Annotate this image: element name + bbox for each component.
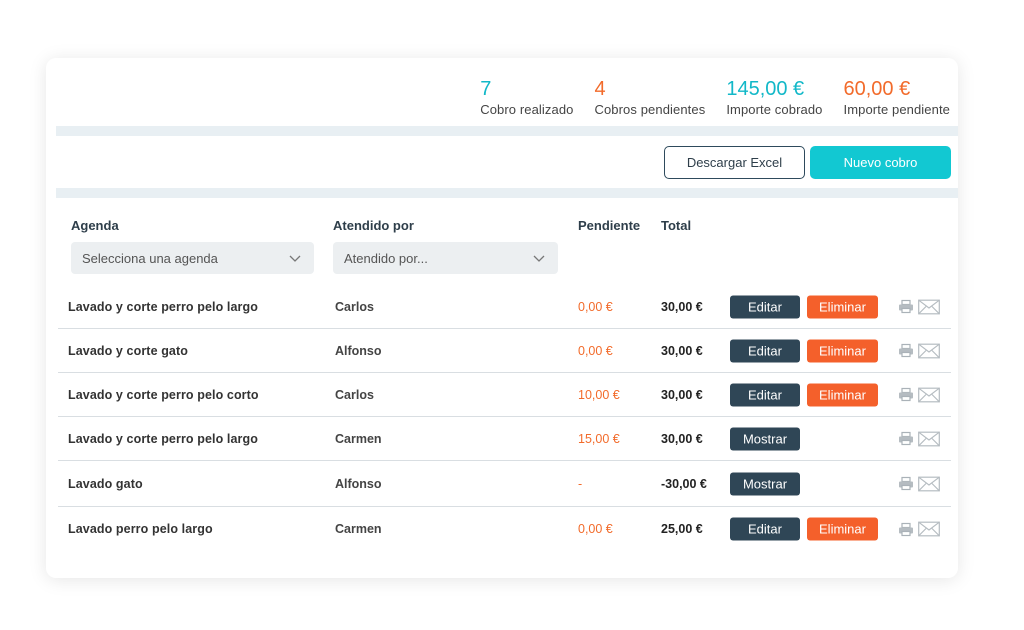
printer-icon[interactable] (898, 522, 914, 536)
download-excel-button[interactable]: Descargar Excel (664, 146, 805, 179)
show-button[interactable]: Mostrar (730, 472, 800, 495)
stat-label: Cobros pendientes (594, 102, 706, 117)
total-amount: 30,00 € (661, 299, 703, 314)
stat-label: Cobro realizado (480, 102, 574, 117)
printer-icon[interactable] (898, 343, 914, 358)
delete-button[interactable]: Eliminar (807, 339, 878, 362)
pending-amount: 0,00 € (578, 522, 613, 536)
table-row: Lavado y corte perro pelo largo Carlos 0… (58, 285, 951, 329)
table-row: Lavado y corte perro pelo corto Carlos 1… (58, 373, 951, 417)
stat-value: 145,00 € (726, 78, 805, 100)
delete-button[interactable]: Eliminar (807, 517, 878, 541)
pending-amount: 0,00 € (578, 299, 613, 314)
edit-button[interactable]: Editar (730, 517, 800, 541)
service-name: Lavado y corte perro pelo corto (68, 387, 259, 402)
table-row: Lavado perro pelo largo Carmen 0,00 € 25… (58, 507, 951, 551)
stat-value: 60,00 € (843, 78, 911, 100)
service-name: Lavado y corte perro pelo largo (68, 299, 258, 314)
service-name: Lavado y corte gato (68, 343, 188, 358)
agenda-select-value: Selecciona una agenda (82, 250, 218, 266)
printer-icon[interactable] (898, 476, 914, 491)
stat-cobros-pendientes: 4 Cobros pendientes (594, 78, 705, 117)
mail-icon[interactable] (918, 476, 940, 491)
delete-button[interactable]: Eliminar (807, 295, 878, 318)
total-amount: 30,00 € (661, 431, 703, 446)
printer-icon[interactable] (898, 299, 914, 314)
attended-by: Carlos (335, 299, 374, 314)
attended-by: Carmen (335, 522, 382, 536)
total-amount: 25,00 € (661, 522, 703, 536)
edit-button[interactable]: Editar (730, 295, 800, 318)
mail-icon[interactable] (918, 431, 940, 446)
new-payment-button[interactable]: Nuevo cobro (810, 146, 951, 179)
delete-button[interactable]: Eliminar (807, 383, 878, 406)
mail-icon[interactable] (918, 521, 940, 537)
row-icons (898, 387, 940, 402)
stat-label: Importe cobrado (726, 102, 823, 117)
service-name: Lavado y corte perro pelo largo (68, 431, 258, 446)
row-icons (898, 476, 940, 491)
attended-by: Carlos (335, 387, 374, 402)
total-amount: 30,00 € (661, 387, 703, 402)
edit-button[interactable]: Editar (730, 383, 800, 406)
chevron-down-icon (533, 255, 545, 262)
pending-amount: 0,00 € (578, 343, 613, 358)
column-header-pendiente: Pendiente (578, 218, 641, 233)
total-amount: -30,00 € (661, 476, 707, 491)
column-header-agenda: Agenda (71, 218, 119, 233)
pending-amount: 10,00 € (578, 387, 620, 402)
table-row: Lavado gato Alfonso - -30,00 € Mostrar (58, 461, 951, 507)
printer-icon[interactable] (898, 431, 914, 446)
stat-cobro-realizado: 7 Cobro realizado (480, 78, 573, 117)
stat-importe-pendiente: 60,00 € Importe pendiente (844, 78, 951, 117)
attended-by: Alfonso (335, 343, 382, 358)
edit-button[interactable]: Editar (730, 339, 800, 362)
service-name: Lavado perro pelo largo (68, 522, 213, 536)
chevron-down-icon (289, 255, 301, 262)
mail-icon[interactable] (918, 387, 940, 402)
pending-amount: - (578, 476, 583, 491)
pending-amount: 15,00 € (578, 431, 620, 446)
show-button[interactable]: Mostrar (730, 427, 800, 450)
stat-value: 7 (480, 78, 492, 100)
agenda-select[interactable]: Selecciona una agenda (71, 242, 314, 274)
printer-icon[interactable] (898, 387, 914, 402)
atendido-select[interactable]: Atendido por... (333, 242, 558, 274)
mail-icon[interactable] (918, 299, 940, 314)
table-row: Lavado y corte gato Alfonso 0,00 € 30,00… (58, 329, 951, 373)
section-divider (56, 188, 958, 198)
stat-label: Importe pendiente (843, 102, 950, 117)
row-icons (898, 521, 940, 537)
stat-value: 4 (594, 78, 606, 100)
column-header-total: Total (661, 218, 692, 233)
service-name: Lavado gato (68, 476, 143, 491)
stat-importe-cobrado: 145,00 € Importe cobrado (726, 78, 822, 117)
column-header-atendido: Atendido por (333, 218, 414, 233)
row-icons (898, 431, 940, 446)
table-row: Lavado y corte perro pelo largo Carmen 1… (58, 417, 951, 461)
row-icons (898, 343, 940, 358)
row-icons (898, 299, 940, 314)
section-divider (56, 126, 958, 136)
total-amount: 30,00 € (661, 343, 703, 358)
stats-summary: 7 Cobro realizado 4 Cobros pendientes 14… (459, 78, 950, 117)
attended-by: Alfonso (335, 476, 382, 491)
atendido-select-value: Atendido por... (344, 250, 428, 266)
payments-panel: 7 Cobro realizado 4 Cobros pendientes 14… (46, 58, 958, 578)
mail-icon[interactable] (918, 343, 940, 358)
attended-by: Carmen (335, 431, 382, 446)
